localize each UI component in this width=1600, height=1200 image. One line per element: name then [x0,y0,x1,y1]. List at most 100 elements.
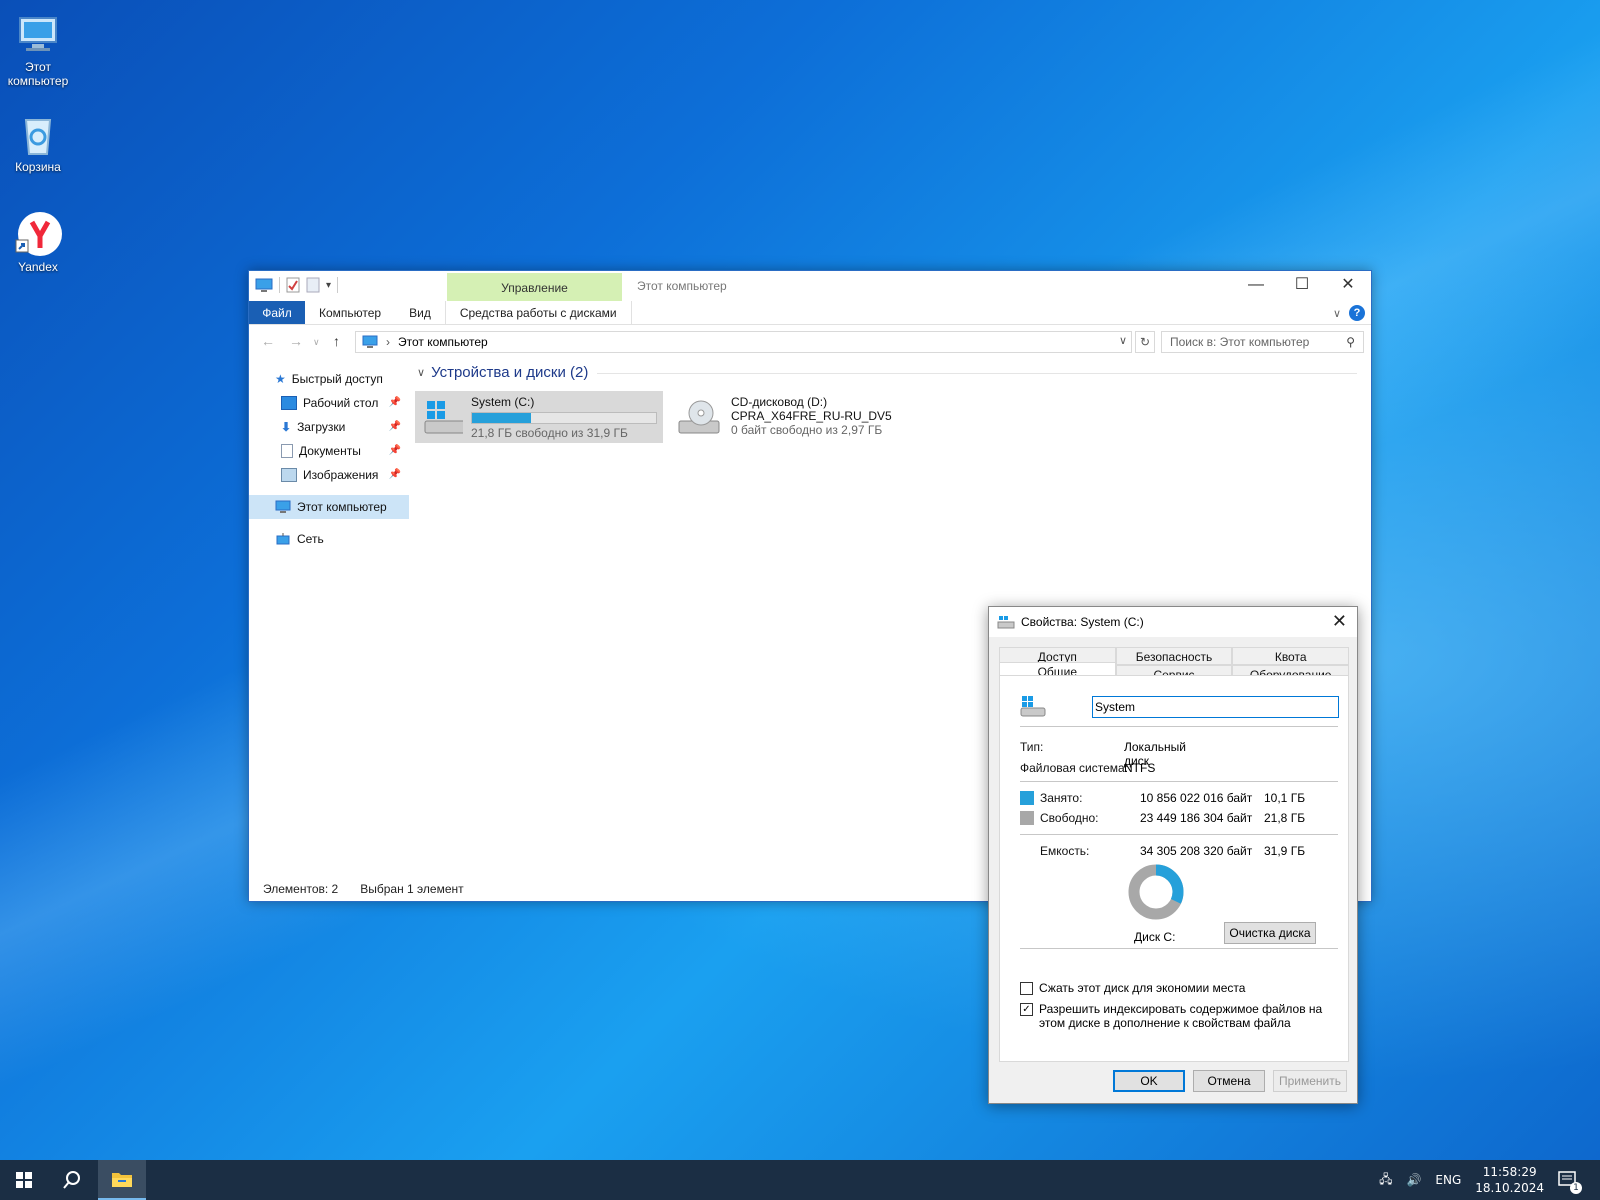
ok-button[interactable]: OK [1113,1070,1185,1092]
context-tab-manage[interactable]: Управление [447,273,622,301]
cancel-button[interactable]: Отмена [1193,1070,1265,1092]
tab-file[interactable]: Файл [249,301,305,324]
taskbar: 🖧 🔊 ENG 11:58:29 18.10.2024 1 [0,1160,1600,1200]
minimize-button[interactable]: — [1233,271,1279,301]
nav-label: Этот компьютер [297,500,387,514]
dialog-titlebar: Свойства: System (C:) ✕ [989,607,1357,637]
nav-pictures[interactable]: Изображения 📌 [249,463,409,487]
used-swatch [1020,791,1034,805]
volume-name-input[interactable]: System [1092,696,1339,718]
expand-ribbon-icon[interactable]: ∨ [1333,307,1341,320]
recycle-bin-icon [14,110,62,158]
drive-d[interactable]: CD-дисковод (D:) CPRA_X64FRE_RU-RU_DV5 0… [669,391,917,443]
group-header-label: Устройства и диски (2) [431,364,589,381]
nav-label: Быстрый доступ [291,372,383,386]
free-gb: 21,8 ГБ [1264,811,1306,825]
index-checkbox[interactable]: ✓ [1020,1003,1033,1016]
properties-dialog: Свойства: System (C:) ✕ Доступ Безопасно… [988,606,1358,1104]
desktop-icon-label: Корзина [15,160,61,174]
up-icon[interactable]: ↑ [333,333,340,349]
divider [1020,834,1338,835]
nav-downloads[interactable]: ⬇ Загрузки 📌 [249,415,409,439]
index-label: Разрешить индексировать содержимое файло… [1039,1002,1323,1030]
system-drive-icon [1020,696,1046,717]
star-icon: ★ [275,372,286,386]
clock[interactable]: 11:58:29 18.10.2024 [1475,1164,1544,1196]
compress-option[interactable]: Сжать этот диск для экономии места [1020,981,1245,995]
desktop-icon-recycle-bin[interactable]: Корзина [0,110,76,174]
close-button[interactable]: ✕ [1325,271,1371,301]
used-label: Занято: [1040,791,1083,805]
start-button[interactable] [0,1160,48,1200]
desktop-icon-label: Этот компьютер [7,60,69,88]
breadcrumb[interactable]: Этот компьютер [398,335,488,349]
address-bar[interactable]: › Этот компьютер ∨ [355,331,1132,353]
disk-usage-donut [1128,864,1184,920]
computer-icon [255,278,273,292]
documents-icon [281,444,293,458]
desktop-icon-label: Yandex [18,260,58,274]
refresh-button[interactable]: ↻ [1135,331,1155,353]
capacity-bytes: 34 305 208 320 байт [1140,844,1253,858]
tab-computer[interactable]: Компьютер [305,301,395,324]
nav-label: Рабочий стол [303,396,379,410]
nav-documents[interactable]: Документы 📌 [249,439,409,463]
used-gb: 10,1 ГБ [1264,791,1306,805]
recent-locations-icon[interactable]: ∨ [313,337,320,348]
nav-desktop[interactable]: Рабочий стол 📌 [249,391,409,415]
disk-label: Диск C: [1134,930,1176,944]
dialog-close-icon[interactable]: ✕ [1332,611,1347,632]
window-title: Этот компьютер [637,279,727,293]
compress-checkbox[interactable] [1020,981,1033,995]
drive-usage-fill [472,413,531,423]
desktop-icon-yandex[interactable]: Yandex [0,210,76,274]
pin-icon[interactable]: 📌 [389,463,401,487]
ribbon-tabs: Файл Компьютер Вид Средства работы с дис… [249,301,1371,325]
computer-icon [362,335,378,348]
status-item-count: Элементов: 2 [263,882,339,896]
nav-label: Загрузки [297,420,346,434]
nav-this-pc[interactable]: Этот компьютер [249,495,409,519]
tab-security[interactable]: Безопасность [1115,647,1233,665]
nav-label: Изображения [303,468,379,482]
forward-icon[interactable]: → [289,333,303,349]
pin-icon[interactable]: 📌 [389,391,401,415]
drive-free-text: 21,8 ГБ свободно из 31,9 ГБ [471,426,628,440]
desktop-icon [281,396,297,410]
language-indicator[interactable]: ENG [1435,1173,1461,1187]
new-folder-icon[interactable] [306,277,320,293]
pin-icon[interactable]: 📌 [389,415,401,439]
address-dropdown-icon[interactable]: ∨ [1119,334,1127,347]
search-button[interactable] [48,1160,96,1200]
maximize-button[interactable]: ☐ [1279,271,1325,301]
help-icon[interactable]: ? [1349,305,1365,321]
titlebar: ▾ Управление Этот компьютер — ☐ ✕ [249,271,1371,301]
nav-quick-access[interactable]: ★ Быстрый доступ [249,367,409,391]
taskbar-file-explorer[interactable] [98,1160,146,1200]
desktop-icon-this-pc[interactable]: Этот компьютер [0,10,76,88]
volume-icon[interactable]: 🔊 [1406,1173,1421,1187]
quick-access-toolbar: ▾ [255,277,339,293]
network-icon [276,533,290,545]
pin-icon[interactable]: 📌 [389,439,401,463]
tab-view[interactable]: Вид [395,301,445,324]
nav-network[interactable]: Сеть [249,527,409,551]
disk-cleanup-button[interactable]: Очистка диска [1224,922,1316,944]
tab-quota[interactable]: Квота [1232,647,1350,665]
action-center-button[interactable]: 1 [1548,1160,1588,1200]
notification-badge: 1 [1570,1182,1582,1194]
search-input[interactable]: Поиск в: Этот компьютер ⚲ [1161,331,1364,353]
dialog-title: Свойства: System (C:) [1021,615,1144,629]
customize-qat-icon[interactable]: ▾ [326,280,331,291]
used-bytes: 10 856 022 016 байт [1140,791,1253,805]
fs-row: Файловая система: NTFS [1020,761,1155,775]
tab-drive-tools[interactable]: Средства работы с дисками [444,301,632,324]
group-divider [597,373,1357,374]
apply-button[interactable]: Применить [1273,1070,1347,1092]
network-icon[interactable]: 🖧 [1379,1170,1392,1191]
back-icon[interactable]: ← [261,333,275,349]
properties-icon[interactable] [286,277,300,293]
index-option[interactable]: ✓ Разрешить индексировать содержимое фай… [1020,1002,1340,1030]
general-tab-panel: System Тип: Локальный диск Файловая сист… [999,675,1349,1062]
drive-c[interactable]: System (C:) 21,8 ГБ свободно из 31,9 ГБ [415,391,663,443]
